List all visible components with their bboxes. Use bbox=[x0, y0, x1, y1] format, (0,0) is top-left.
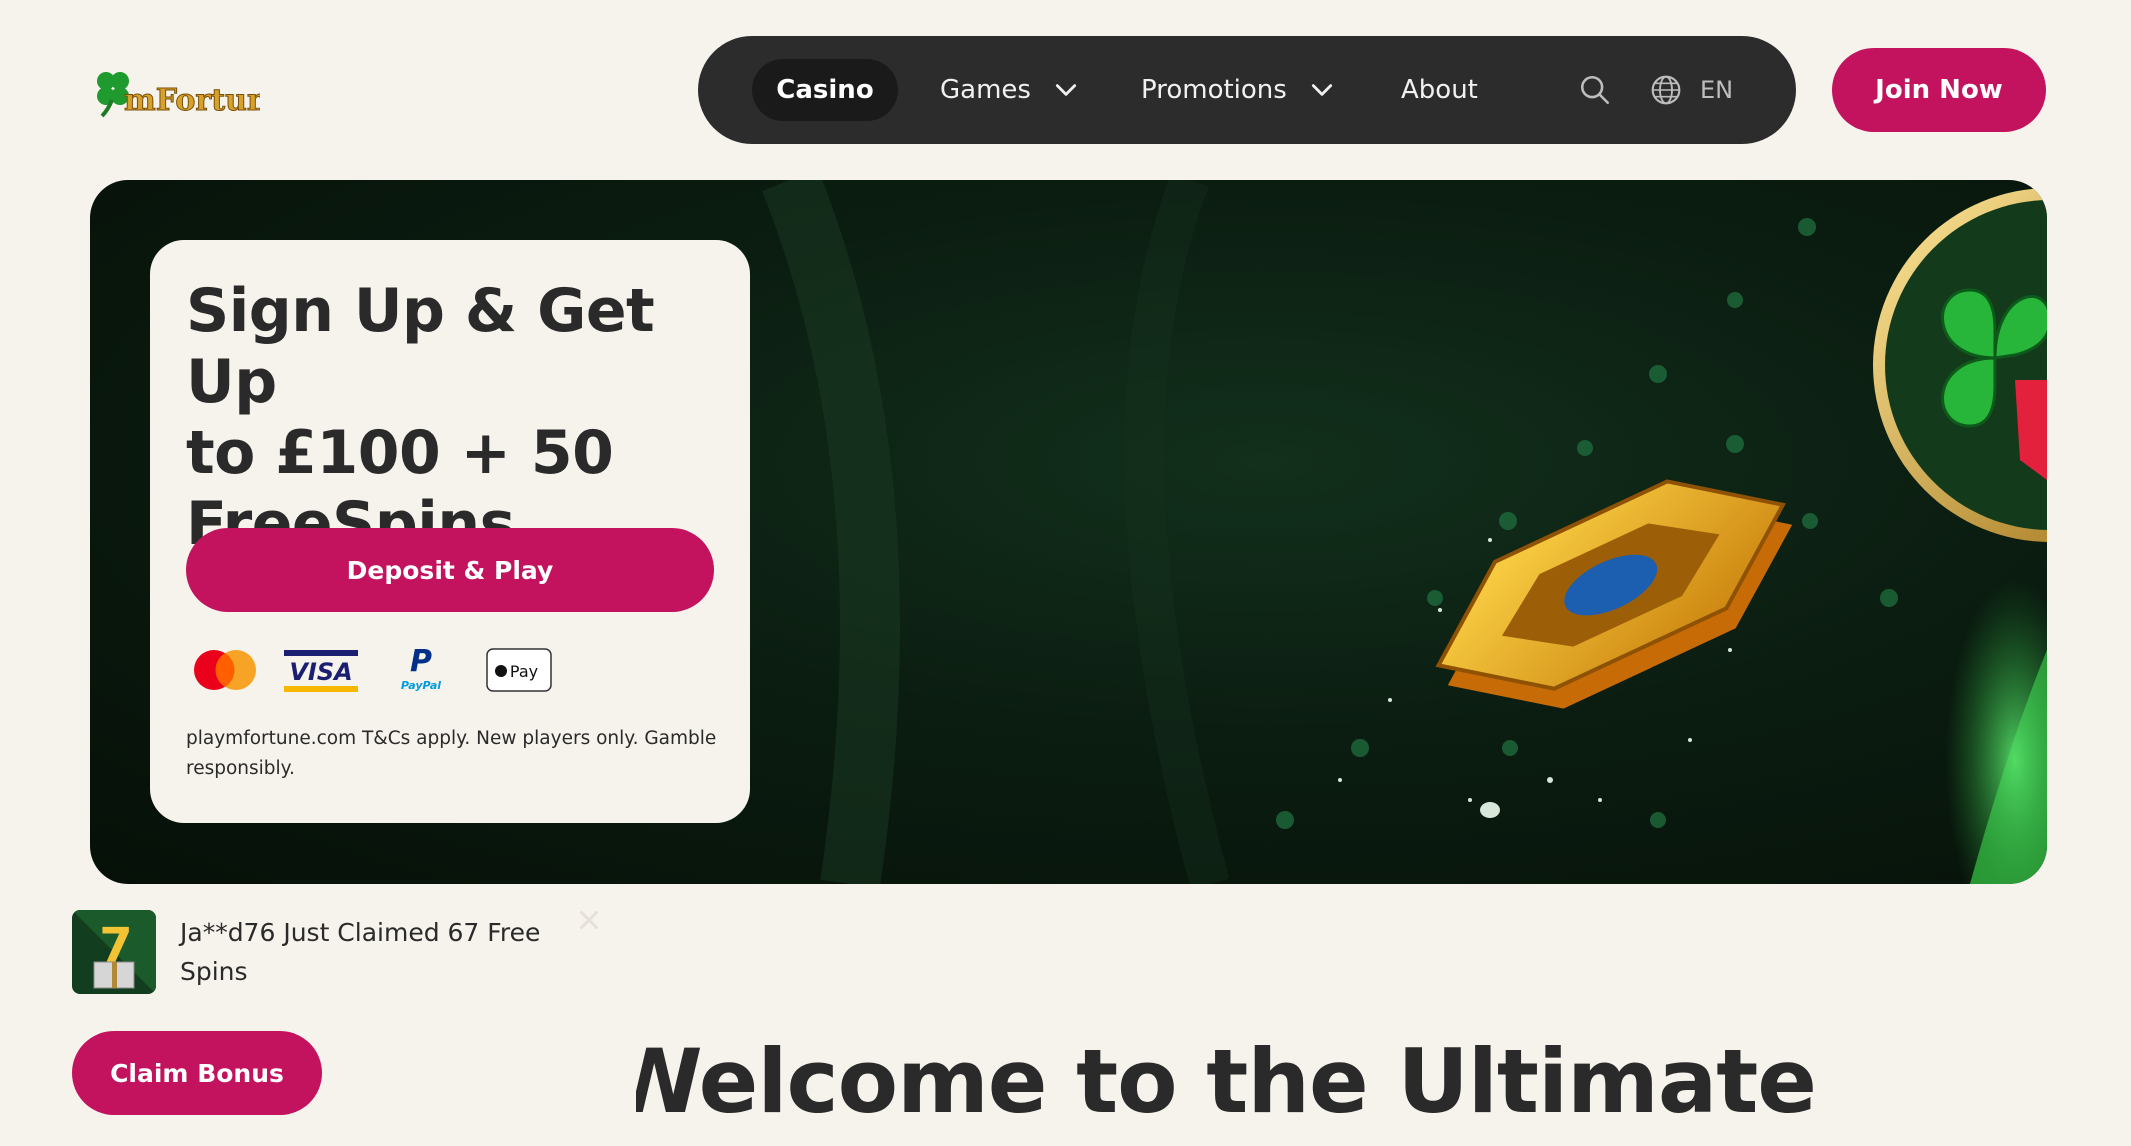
language-selector[interactable]: EN bbox=[1650, 36, 1733, 144]
claim-bonus-button[interactable]: Claim Bonus bbox=[72, 1031, 322, 1115]
nav-promotions-label: Promotions bbox=[1141, 75, 1287, 105]
nav-games[interactable]: Games bbox=[940, 36, 1079, 144]
mastercard-icon bbox=[190, 644, 260, 696]
promo-title-line-2: to £100 + 50 bbox=[186, 418, 614, 488]
globe-icon bbox=[1651, 75, 1681, 105]
four-leaf-clover-icon: mFortune bbox=[97, 72, 288, 119]
svg-text:VISA: VISA bbox=[289, 658, 352, 686]
paypal-icon: P PayPal bbox=[396, 644, 446, 696]
apple-pay-icon: Pay bbox=[486, 644, 552, 696]
nav-games-label: Games bbox=[940, 75, 1031, 105]
nav-promotions[interactable]: Promotions bbox=[1141, 36, 1335, 144]
join-now-button[interactable]: Join Now bbox=[1832, 48, 2046, 132]
terms-text: playmfortune.com T&Cs apply. New players… bbox=[186, 728, 717, 779]
claim-message: Ja**d76 Just Claimed 67 Free Spins bbox=[180, 918, 541, 986]
visa-icon: VISA bbox=[284, 644, 358, 696]
signup-promo-card: Sign Up & Get Up to £100 + 50 FreeSpins … bbox=[150, 240, 750, 823]
mfortune-logo[interactable]: mFortune bbox=[90, 66, 288, 120]
chevron-down-icon bbox=[1053, 77, 1079, 103]
main-nav: Casino Games Promotions About EN bbox=[698, 36, 1796, 144]
payment-methods: VISA P PayPal Pay bbox=[186, 644, 714, 696]
promo-title-line-1: Sign Up & Get Up bbox=[186, 276, 655, 417]
recent-claim-notification: 7 Ja**d76 Just Claimed 67 Free Spins bbox=[72, 905, 632, 1005]
welcome-heading: Welcome to the Ultimate bbox=[636, 1030, 1816, 1133]
claim-thumbnail: 7 bbox=[72, 910, 156, 994]
search-button[interactable] bbox=[1578, 36, 1612, 144]
nav-about-label: About bbox=[1401, 75, 1478, 105]
chevron-down-icon bbox=[1309, 77, 1335, 103]
svg-text:P: P bbox=[410, 645, 432, 679]
svg-text:mFortune: mFortune bbox=[124, 83, 260, 118]
language-code: EN bbox=[1700, 76, 1734, 104]
deposit-play-button[interactable]: Deposit & Play bbox=[186, 528, 714, 612]
welcome-heading-container: Welcome to the Ultimate bbox=[636, 1030, 1816, 1146]
svg-text:Pay: Pay bbox=[510, 662, 538, 681]
close-icon[interactable] bbox=[574, 905, 604, 935]
svg-text:PayPal: PayPal bbox=[401, 679, 441, 692]
nav-casino[interactable]: Casino bbox=[752, 59, 898, 121]
nav-about[interactable]: About bbox=[1401, 36, 1478, 144]
search-icon bbox=[1580, 75, 1610, 105]
promo-title: Sign Up & Get Up to £100 + 50 FreeSpins bbox=[186, 276, 714, 560]
